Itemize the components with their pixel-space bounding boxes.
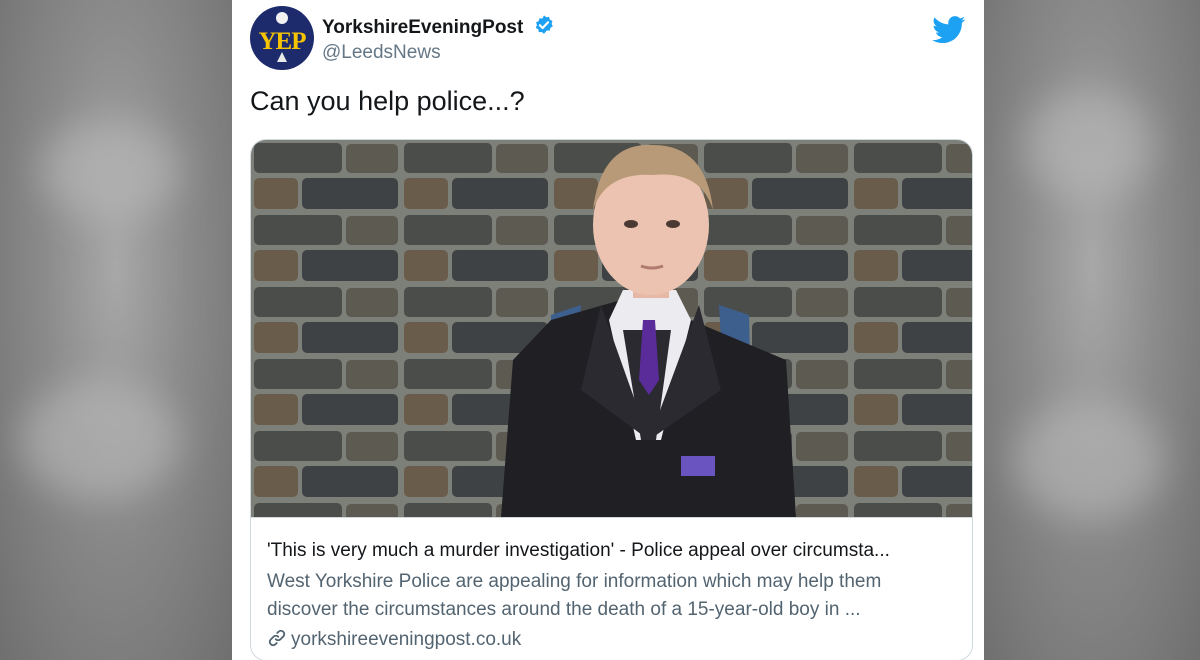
link-icon	[268, 629, 286, 647]
tweet-card: YEP YorkshireEveningPost @LeedsNews Can …	[232, 0, 984, 660]
link-card-meta[interactable]: 'This is very much a murder investigatio…	[251, 517, 972, 660]
display-name[interactable]: YorkshireEveningPost	[322, 17, 523, 38]
triangle-icon	[277, 52, 287, 62]
blurred-background-left	[0, 0, 232, 660]
display-name-row[interactable]: YorkshireEveningPost	[322, 14, 555, 39]
twitter-bird-icon[interactable]	[932, 16, 966, 44]
account-handle[interactable]: @LeedsNews	[322, 42, 441, 64]
blurred-background-right	[984, 0, 1200, 660]
verified-badge-icon	[535, 15, 553, 34]
link-preview-card[interactable]: 'This is very much a murder investigatio…	[250, 139, 973, 660]
link-card-description: West Yorkshire Police are appealing for …	[267, 571, 882, 620]
tweet-header: YEP YorkshireEveningPost @LeedsNews	[250, 6, 966, 70]
crest-icon	[276, 12, 288, 24]
link-card-domain[interactable]: yorkshireeveningpost.co.uk	[291, 629, 521, 650]
article-photo[interactable]	[251, 140, 972, 517]
link-card-domain-row[interactable]: yorkshireeveningpost.co.uk	[267, 628, 521, 651]
tweet-text: Can you help police...?	[250, 86, 525, 116]
avatar[interactable]: YEP	[250, 6, 314, 70]
link-card-title[interactable]: 'This is very much a murder investigatio…	[267, 540, 956, 562]
